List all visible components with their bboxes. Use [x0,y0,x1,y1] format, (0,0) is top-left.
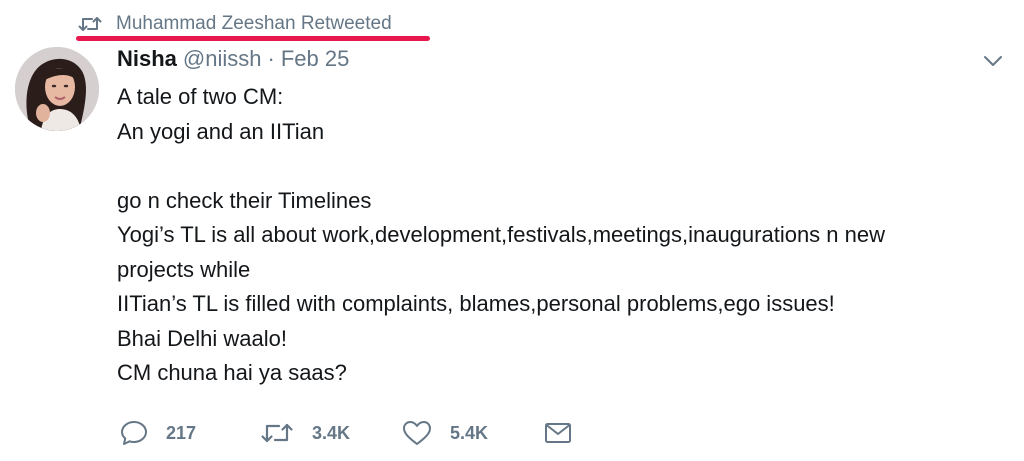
tweet-header: Nisha @niissh · Feb 25 [117,46,349,76]
retweet-icon [260,421,294,445]
retweet-count: 3.4K [312,422,351,443]
retweet-icon [78,14,102,34]
direct-message-button[interactable] [544,422,572,444]
highlight-underline [76,36,430,41]
author-name[interactable]: Nisha [117,46,177,72]
tweet-line: An yogi and an IITian [117,118,325,144]
tweet-card: Muhammad Zeeshan Retweeted Nisha @niissh… [0,0,1024,461]
reply-icon [120,420,148,446]
like-button[interactable]: 5.4K [402,420,544,446]
tweet-line: A tale of two CM: [117,84,284,109]
retweet-context-label: Muhammad Zeeshan Retweeted [116,13,392,34]
retweet-button[interactable]: 3.4K [260,421,402,445]
avatar[interactable] [15,47,99,131]
envelope-icon [544,422,572,444]
chevron-down-icon[interactable] [982,52,1004,70]
tweet-line [117,149,1007,184]
heart-icon [402,420,432,446]
author-handle[interactable]: @niissh [183,46,262,72]
header-separator: · [267,46,275,71]
like-count: 5.4K [450,422,489,443]
tweet-line: Bhai Delhi waalo! [117,325,287,351]
tweet-line: Yogi’s TL is all about work,development,… [117,222,886,247]
tweet-text: A tale of two CM: An yogi and an IITian … [117,80,1007,391]
tweet-line: IITian’s TL is filled with complaints, b… [117,291,835,316]
retweet-context[interactable]: Muhammad Zeeshan Retweeted [78,10,392,38]
tweet-line: CM chuna hai ya saas? [117,360,347,385]
tweet-date[interactable]: Feb 25 [281,46,350,72]
reply-count: 217 [166,422,197,443]
tweet-line: go n check their Timelines [117,187,372,213]
reply-button[interactable]: 217 [120,420,260,446]
tweet-actions: 217 3.4K 5.4K [120,418,572,448]
tweet-line: projects while [117,256,251,282]
